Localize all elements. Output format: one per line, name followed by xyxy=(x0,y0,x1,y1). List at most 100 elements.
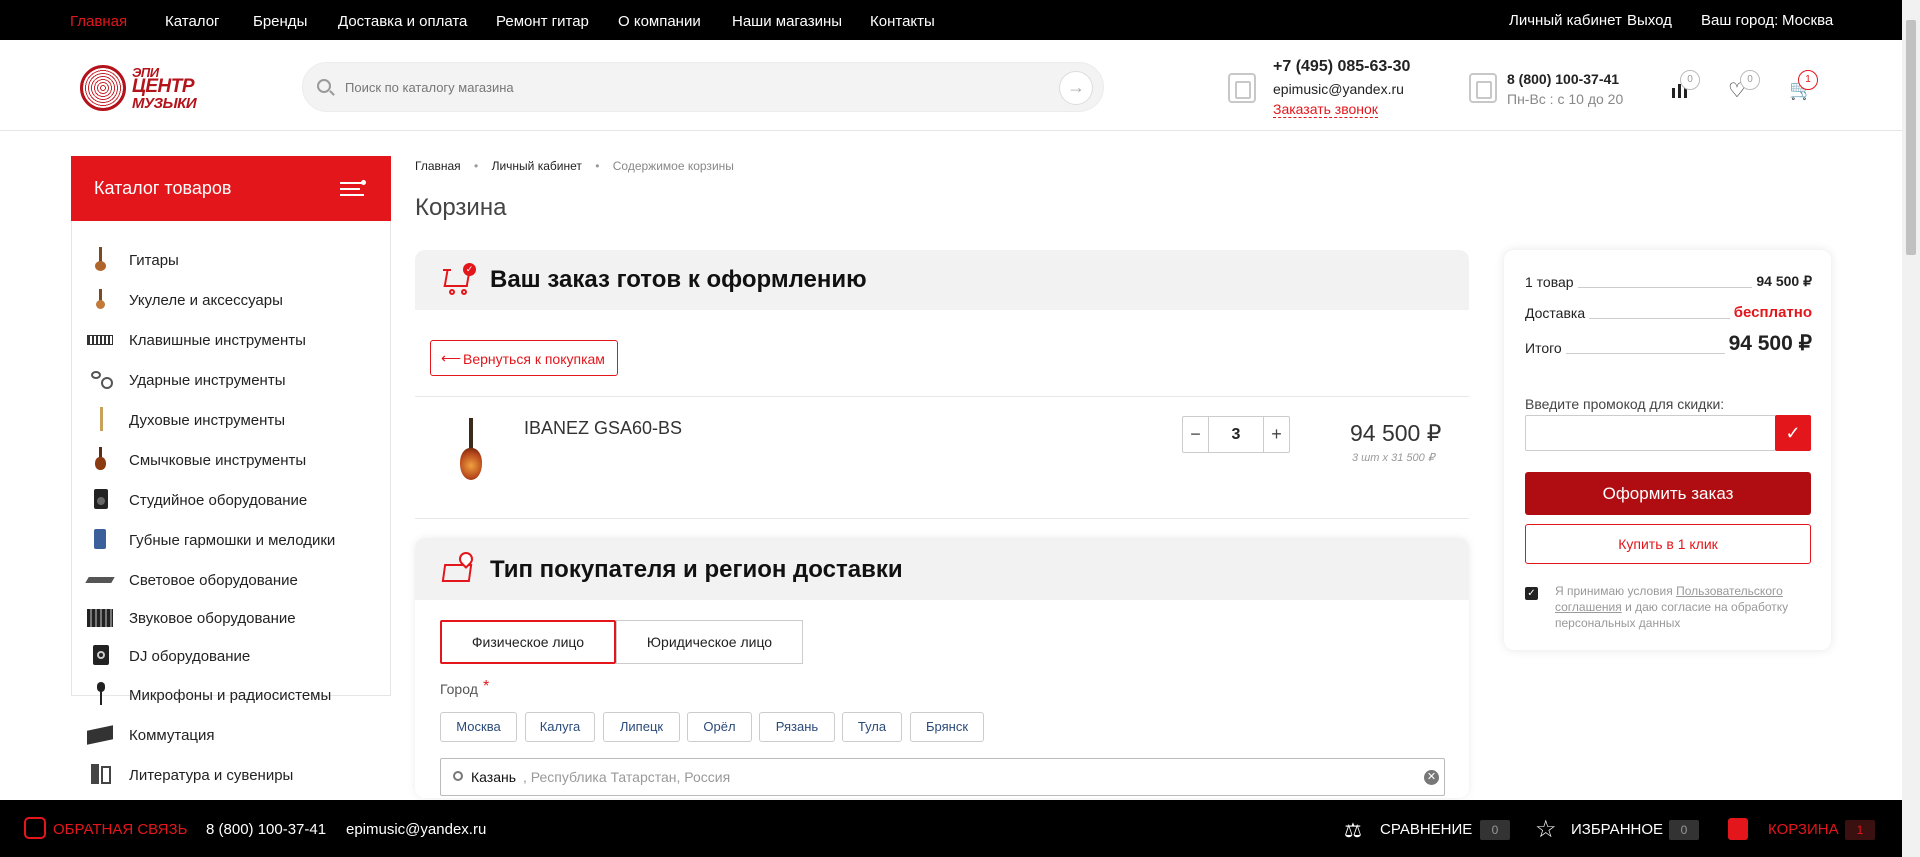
footer-phone[interactable]: 8 (800) 100-37-41 xyxy=(206,821,326,838)
catalog-item-cables[interactable]: Коммутация xyxy=(71,713,391,753)
nav-stores[interactable]: Наши магазины xyxy=(732,13,842,30)
city-chip-ryazan[interactable]: Рязань xyxy=(759,712,835,742)
summary-delivery-value: бесплатно xyxy=(1729,304,1812,321)
phone-icon xyxy=(1469,73,1497,103)
nav-contacts[interactable]: Контакты xyxy=(870,13,935,30)
feedback-link[interactable]: ОБРАТНАЯ СВЯЗЬ xyxy=(53,821,187,838)
patchbay-icon xyxy=(87,722,113,746)
phone-secondary[interactable]: 8 (800) 100-37-41 xyxy=(1507,71,1619,87)
product-price: 94 500 ₽ xyxy=(1350,420,1442,446)
nav-home[interactable]: Главная xyxy=(70,13,127,30)
breadcrumb-home[interactable]: Главная xyxy=(415,159,461,173)
nav-catalog[interactable]: Каталог xyxy=(165,13,220,30)
divider xyxy=(415,518,1469,519)
catalog-item-ukulele[interactable]: Укулеле и аксессуары xyxy=(71,278,391,318)
tab-legal-entity[interactable]: Юридическое лицо xyxy=(616,620,803,664)
phone-main[interactable]: +7 (495) 085-63-30 xyxy=(1273,58,1410,76)
agree-checkbox[interactable]: ✓ xyxy=(1525,587,1538,600)
scrollbar-thumb[interactable] xyxy=(1906,20,1916,255)
footer-email[interactable]: epimusic@yandex.ru xyxy=(346,821,486,838)
menu-icon[interactable] xyxy=(340,182,364,196)
search-input[interactable]: Поиск по каталогу магазина xyxy=(345,80,514,95)
catalog-item-drums[interactable]: Ударные инструменты xyxy=(71,358,391,398)
footer-compare[interactable]: СРАВНЕНИЕ xyxy=(1380,821,1472,838)
breadcrumb-account[interactable]: Личный кабинет xyxy=(492,159,582,173)
catalog-header[interactable]: Каталог товаров xyxy=(71,156,391,221)
shopping-bag-icon xyxy=(1728,818,1748,840)
quantity-input[interactable]: 3 xyxy=(1209,426,1263,444)
city-chip-kaluga[interactable]: Калуга xyxy=(525,712,595,742)
summary-items-row: 1 товар 94 500 ₽ xyxy=(1525,272,1812,290)
nav-delivery[interactable]: Доставка и оплата xyxy=(338,13,467,30)
promo-apply-check-icon[interactable]: ✓ xyxy=(1775,415,1811,451)
quantity-plus-button[interactable]: + xyxy=(1263,417,1289,452)
search-icon xyxy=(317,79,331,93)
product-image[interactable] xyxy=(455,418,487,490)
summary-delivery-row: Доставка бесплатно xyxy=(1525,303,1812,321)
city-chip-bryansk[interactable]: Брянск xyxy=(910,712,984,742)
footer-favorites[interactable]: ИЗБРАННОЕ xyxy=(1571,821,1663,838)
quantity-stepper[interactable]: − 3 + xyxy=(1182,416,1290,453)
catalog-item-keyboards[interactable]: Клавишные инструменты xyxy=(71,318,391,358)
clear-icon[interactable]: ✕ xyxy=(1424,770,1439,785)
logo[interactable]: ЭПИ ЦЕНТР МУЗЫКИ xyxy=(80,63,220,113)
city-select[interactable]: Москва xyxy=(1782,12,1833,29)
search-bar[interactable]: Поиск по каталогу магазина → xyxy=(302,62,1104,112)
promo-code-input[interactable] xyxy=(1525,415,1776,451)
catalog-item-label: Коммутация xyxy=(129,727,215,744)
catalog-item-label: Укулеле и аксессуары xyxy=(129,292,283,309)
footer-cart-count: 1 xyxy=(1845,820,1875,840)
catalog-item-label: Клавишные инструменты xyxy=(129,332,306,349)
logout-link[interactable]: Выход xyxy=(1627,12,1672,29)
footer-compare-count: 0 xyxy=(1480,820,1510,840)
search-icon xyxy=(453,771,463,781)
quantity-minus-button[interactable]: − xyxy=(1183,417,1209,452)
back-to-shopping-button[interactable]: ⟵ Вернуться к покупкам xyxy=(430,340,618,376)
catalog-item-wind[interactable]: Духовые инструменты xyxy=(71,398,391,438)
catalog-title: Каталог товаров xyxy=(94,178,232,198)
phone-plus-icon xyxy=(1228,73,1256,103)
catalog-item-label: DJ оборудование xyxy=(129,648,251,665)
search-submit-arrow-icon[interactable]: → xyxy=(1059,71,1093,105)
checkout-button[interactable]: Оформить заказ xyxy=(1525,472,1811,515)
city-chip-orel[interactable]: Орёл xyxy=(687,712,752,742)
order-ready-title: Ваш заказ готов к оформлению xyxy=(490,266,867,293)
callback-link[interactable]: Заказать звонок xyxy=(1273,101,1378,118)
catalog-item-studio[interactable]: Студийное оборудование xyxy=(71,478,391,518)
catalog-item-books[interactable]: Литература и сувениры xyxy=(71,753,391,793)
required-mark: * xyxy=(483,678,490,695)
working-hours: Пн-Вс : с 10 до 20 xyxy=(1507,91,1624,107)
nav-brands[interactable]: Бренды xyxy=(253,13,307,30)
tab-individual[interactable]: Физическое лицо xyxy=(440,620,616,664)
catalog-item-harmonica[interactable]: Губные гармошки и мелодики xyxy=(71,518,391,558)
arrow-left-icon: ⟵ xyxy=(441,350,462,366)
cart-header-count: 1 xyxy=(1798,70,1818,90)
nav-about[interactable]: О компании xyxy=(618,13,701,30)
footer-cart[interactable]: КОРЗИНА xyxy=(1768,821,1839,838)
account-link[interactable]: Личный кабинет xyxy=(1509,12,1622,29)
menu-dot-icon xyxy=(361,180,366,185)
city-label: Ваш город: xyxy=(1701,12,1779,29)
agree-text-pre: Я принимаю условия xyxy=(1555,584,1677,598)
city-chip-tula[interactable]: Тула xyxy=(842,712,902,742)
wind-instrument-icon xyxy=(89,407,113,431)
ukulele-icon xyxy=(89,287,113,311)
catalog-item-dj[interactable]: DJ оборудование xyxy=(71,634,391,674)
page-scrollbar[interactable] xyxy=(1902,0,1920,857)
city-chip-moscow[interactable]: Москва xyxy=(440,712,517,742)
catalog-item-lighting[interactable]: Световое оборудование xyxy=(71,558,391,598)
books-icon xyxy=(89,762,113,786)
city-input[interactable]: Казань , Республика Татарстан, Россия ✕ xyxy=(440,758,1445,796)
logo-vinyl-icon xyxy=(80,65,126,111)
city-chip-lipetsk[interactable]: Липецк xyxy=(603,712,680,742)
catalog-item-guitars[interactable]: Гитары xyxy=(71,238,391,278)
email-link[interactable]: epimusic@yandex.ru xyxy=(1273,81,1404,97)
buy-one-click-button[interactable]: Купить в 1 клик xyxy=(1525,524,1811,564)
nav-repair[interactable]: Ремонт гитар xyxy=(496,13,589,30)
catalog-item-bowed[interactable]: Смычковые инструменты xyxy=(71,438,391,478)
catalog-item-microphones[interactable]: Микрофоны и радиосистемы xyxy=(71,673,391,713)
product-name[interactable]: IBANEZ GSA60-BS xyxy=(524,418,682,439)
catalog-item-sound[interactable]: Звуковое оборудование xyxy=(71,596,391,636)
keyboard-icon xyxy=(87,327,113,351)
lighting-icon xyxy=(85,567,115,591)
